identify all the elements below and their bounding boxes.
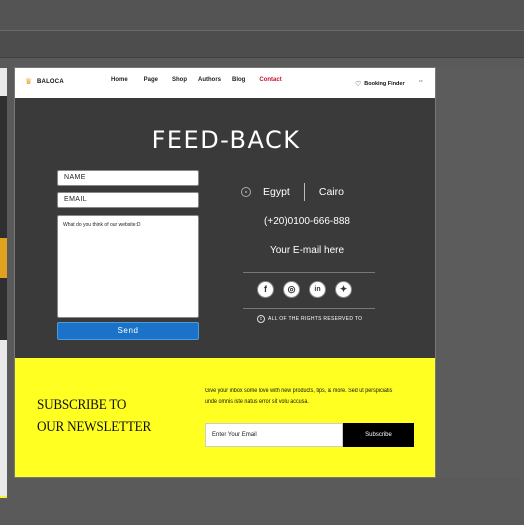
location-divider bbox=[303, 183, 305, 201]
booking-finder-link[interactable]: ♡ Booking Finder bbox=[355, 80, 405, 88]
location-row: Egypt Cairo bbox=[241, 183, 344, 201]
nav-item-page[interactable]: Page bbox=[144, 77, 158, 83]
nav-menu: Home Page Shop Authors Blog Contact bbox=[111, 77, 282, 83]
send-button[interactable]: Send bbox=[57, 322, 199, 340]
linkedin-icon[interactable]: in bbox=[309, 281, 326, 298]
name-field[interactable]: NAME bbox=[57, 170, 199, 186]
newsletter-title: SUBSCRIBE TO OUR NEWSLETTER bbox=[37, 394, 151, 438]
editor-toolbar bbox=[0, 30, 524, 58]
divider-top bbox=[243, 272, 375, 273]
twitter-icon[interactable]: ✦ bbox=[335, 281, 352, 298]
page-title: FEED-BACK bbox=[151, 126, 301, 154]
rights-text: ALL OF THE RIGHTS RESERVED TO bbox=[268, 316, 363, 322]
feedback-page-artboard[interactable]: ♛ BALOCA Home Page Shop Authors Blog Con… bbox=[14, 67, 436, 478]
editor-top-bar bbox=[0, 0, 524, 30]
message-textarea[interactable]: What do you think of our website:D bbox=[57, 215, 199, 318]
instagram-icon[interactable]: ◎ bbox=[283, 281, 300, 298]
adjacent-artboard-peek bbox=[0, 68, 7, 498]
top-navigation: ♛ BALOCA Home Page Shop Authors Blog Con… bbox=[15, 68, 435, 98]
copyright-icon: c bbox=[257, 315, 265, 323]
booking-finder-label: Booking Finder bbox=[364, 81, 405, 87]
heart-icon: ♡ bbox=[355, 81, 362, 88]
nav-item-home[interactable]: Home bbox=[111, 77, 128, 83]
brand-name: BALOCA bbox=[37, 78, 64, 85]
peek-accent-stripe bbox=[0, 238, 7, 278]
newsletter-description: Give your inbox some love with new produ… bbox=[205, 388, 393, 405]
country-text: Egypt bbox=[263, 186, 290, 198]
nav-item-authors[interactable]: Authors bbox=[198, 77, 221, 83]
contact-email: Your E-mail here bbox=[269, 245, 345, 256]
divider-bottom bbox=[243, 308, 375, 309]
subscribe-button[interactable]: Subscribe bbox=[343, 423, 414, 447]
newsletter-title-line1: SUBSCRIBE TO bbox=[37, 397, 127, 413]
canvas-background-right bbox=[436, 68, 524, 478]
facebook-icon[interactable]: f bbox=[257, 281, 274, 298]
copyright-line: c ALL OF THE RIGHTS RESERVED TO bbox=[257, 315, 362, 323]
phone-number: (+20)0100-666-888 bbox=[264, 216, 350, 227]
newsletter-email-input[interactable]: Enter Your Email bbox=[205, 423, 343, 447]
nav-item-contact[interactable]: Contact bbox=[259, 77, 281, 83]
social-links: f ◎ in ✦ bbox=[257, 281, 352, 298]
more-icon[interactable]: ·· bbox=[419, 79, 423, 85]
peek-dark-panel bbox=[0, 96, 7, 340]
newsletter-title-line2: OUR NEWSLETTER bbox=[37, 419, 152, 435]
brand-logo[interactable]: ♛ BALOCA bbox=[25, 77, 64, 86]
nav-item-blog[interactable]: Blog bbox=[232, 77, 245, 83]
location-icon bbox=[241, 187, 251, 197]
email-field[interactable]: EMAIL bbox=[57, 192, 199, 208]
city-text: Cairo bbox=[318, 186, 344, 198]
peek-yellow-panel bbox=[0, 496, 7, 498]
newsletter-section: SUBSCRIBE TO OUR NEWSLETTER Give your in… bbox=[15, 358, 435, 477]
nav-item-shop[interactable]: Shop bbox=[172, 77, 187, 83]
crown-icon: ♛ bbox=[25, 77, 33, 86]
